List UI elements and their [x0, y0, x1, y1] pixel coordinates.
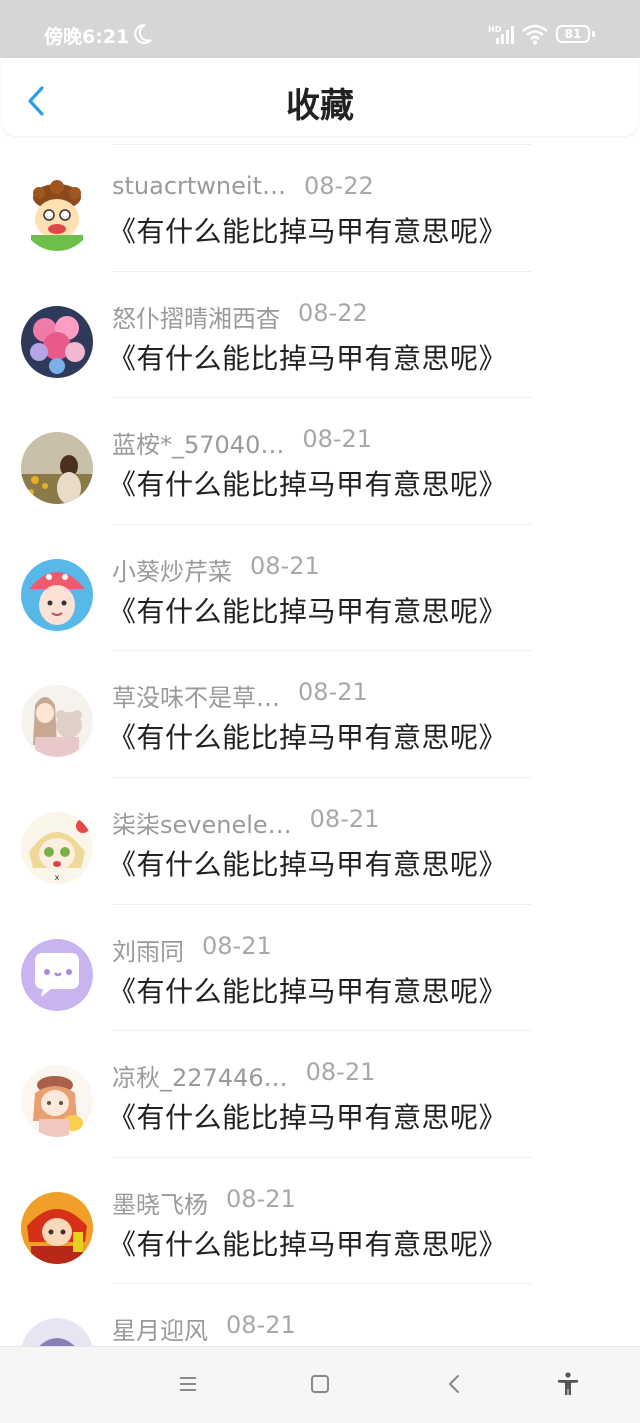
username[interactable]: 怒仆摺晴湘西杳 [112, 299, 280, 334]
divider [112, 397, 532, 399]
hd-signal-icon: HD [488, 25, 514, 44]
accessibility-icon[interactable] [555, 1371, 581, 1397]
username[interactable]: 蓝桉*_57040… [112, 425, 284, 460]
item-meta: 刘雨同 08-21 [112, 931, 272, 967]
date: 08-22 [298, 298, 368, 327]
home-square-icon[interactable] [307, 1371, 333, 1397]
girl-field-avatar[interactable] [21, 432, 93, 505]
divider [112, 903, 532, 905]
girl-bear-avatar[interactable] [21, 685, 93, 758]
date: 08-21 [309, 804, 380, 833]
date: 08-21 [202, 931, 272, 960]
list-item[interactable]: 草没味不是草… 08-21 《有什么能比掉马甲有意思呢》 [0, 650, 640, 777]
date: 08-21 [298, 678, 368, 707]
menu-icon[interactable] [175, 1371, 201, 1397]
item-meta: 怒仆摺晴湘西杳 08-22 [112, 298, 368, 334]
battery-tip [592, 31, 595, 37]
work-title[interactable]: 《有什么能比掉马甲有意思呢》 [108, 210, 507, 250]
list-item[interactable]: 凉秋_227446… 08-21 《有什么能比掉马甲有意思呢》 [0, 1030, 640, 1157]
chat-bubble-avatar[interactable] [21, 938, 93, 1011]
status-time: 傍晚6:21 [44, 26, 130, 48]
date: 08-21 [226, 1184, 296, 1213]
divider [112, 144, 532, 145]
header: 收藏 [2, 58, 638, 136]
work-title[interactable]: 《有什么能比掉马甲有意思呢》 [108, 970, 507, 1010]
divider [112, 1030, 532, 1032]
system-nav-bar [0, 1346, 640, 1423]
page-title: 收藏 [286, 86, 354, 126]
username[interactable]: 柒柒sevenele… [112, 805, 292, 840]
item-meta: 墨晓飞杨 08-21 [112, 1184, 296, 1220]
wifi-icon [522, 24, 548, 45]
date: 08-21 [302, 425, 373, 454]
item-meta: 星月迎风 08-21 [112, 1311, 296, 1346]
username[interactable]: 墨晓飞杨 [112, 1185, 208, 1220]
list-item[interactable]: 刘雨同 08-21 《有什么能比掉马甲有意思呢》 [0, 903, 640, 1031]
battery-icon: 81 [556, 25, 590, 43]
list-item[interactable]: 怒仆摺晴湘西杳 08-22 《有什么能比掉马甲有意思呢》 [0, 270, 640, 398]
flower-jar-avatar[interactable] [21, 305, 93, 378]
back-triangle-icon[interactable] [441, 1371, 467, 1397]
divider [112, 1156, 532, 1158]
item-meta: 凉秋_227446… 08-21 [112, 1058, 376, 1093]
divider [112, 523, 532, 525]
red-character-avatar[interactable] [21, 1191, 93, 1264]
username[interactable]: stuacrtwneit… [112, 172, 286, 200]
username[interactable]: 小葵炒芹菜 [112, 552, 232, 587]
work-title[interactable]: 《有什么能比掉马甲有意思呢》 [108, 590, 507, 630]
date: 08-21 [226, 1311, 296, 1340]
divider [112, 270, 532, 272]
work-title[interactable]: 《有什么能比掉马甲有意思呢》 [108, 463, 507, 503]
divider [112, 1283, 532, 1285]
item-meta: 小葵炒芹菜 08-21 [112, 551, 320, 587]
svg-text:HD: HD [488, 25, 502, 34]
item-meta: 草没味不是草… 08-21 [112, 678, 368, 713]
date: 08-22 [304, 172, 374, 200]
moon-icon [134, 23, 152, 44]
list-item[interactable]: x 柒柒sevenele… 08-21 《有什么能比掉马甲有意思呢》 [0, 776, 640, 904]
username[interactable]: 星月迎风 [112, 1311, 208, 1346]
work-title[interactable]: 《有什么能比掉马甲有意思呢》 [108, 716, 507, 756]
list-item[interactable]: stuacrtwneit… 08-22 《有什么能比掉马甲有意思呢》 [0, 144, 640, 271]
girl-beret-avatar[interactable] [21, 1065, 93, 1138]
pig-hat-avatar[interactable] [21, 558, 93, 631]
divider [112, 650, 532, 652]
date: 08-21 [305, 1058, 376, 1087]
date: 08-21 [250, 551, 320, 580]
status-bar: 傍晚6:21 HD 81 [0, 0, 640, 58]
list-item[interactable]: 蓝桉*_57040… 08-21 《有什么能比掉马甲有意思呢》 [0, 397, 640, 524]
svg-text:x: x [55, 873, 60, 882]
username[interactable]: 草没味不是草… [112, 678, 280, 713]
item-meta: 柒柒sevenele… 08-21 [112, 804, 380, 840]
divider [112, 776, 532, 778]
username[interactable]: 凉秋_227446… [112, 1058, 288, 1093]
work-title[interactable]: 《有什么能比掉马甲有意思呢》 [108, 337, 507, 377]
work-title[interactable]: 《有什么能比掉马甲有意思呢》 [108, 843, 507, 883]
username[interactable]: 刘雨同 [112, 932, 184, 967]
work-title[interactable]: 《有什么能比掉马甲有意思呢》 [108, 1096, 507, 1136]
list-item[interactable]: 小葵炒芹菜 08-21 《有什么能比掉马甲有意思呢》 [0, 523, 640, 651]
list-item[interactable]: 墨晓飞杨 08-21 《有什么能比掉马甲有意思呢》 [0, 1156, 640, 1284]
work-title[interactable]: 《有什么能比掉马甲有意思呢》 [108, 1223, 507, 1263]
item-meta: stuacrtwneit… 08-22 [112, 172, 374, 204]
item-meta: 蓝桉*_57040… 08-21 [112, 425, 373, 460]
anime-girl-avatar[interactable]: x [21, 811, 93, 884]
cartoon-boy-avatar[interactable] [21, 179, 93, 251]
favorites-list: stuacrtwneit… 08-22 《有什么能比掉马甲有意思呢》 怒仆摺晴湘西… [0, 144, 640, 1410]
